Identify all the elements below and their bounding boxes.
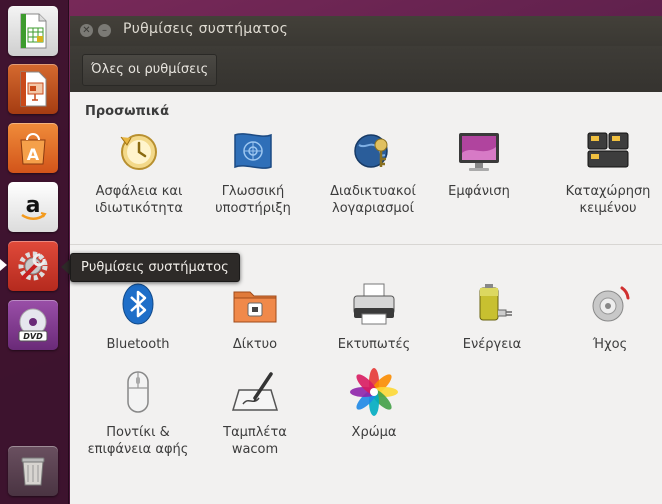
libreoffice-impress-launcher[interactable] [8, 64, 58, 114]
settings-item-label: Ήχος [592, 337, 628, 352]
network-icon [233, 291, 277, 323]
sound-icon [592, 286, 630, 322]
titlebar: ✕ – Ρυθμίσεις συστήματος [70, 16, 662, 46]
close-icon: ✕ [82, 24, 91, 36]
close-button[interactable]: ✕ [80, 24, 93, 37]
libreoffice-calc-launcher[interactable] [8, 6, 58, 56]
printer-icon [353, 283, 395, 325]
settings-item-security[interactable]: Ασφάλεια και ιδιωτικότητα [83, 127, 195, 217]
color-icon [350, 368, 398, 416]
text-entry-icon [587, 132, 629, 168]
svg-text:DVD: DVD [23, 332, 43, 341]
launcher: A a DVD [0, 0, 69, 504]
wacom-tablet-icon [231, 372, 279, 411]
settings-item-label: Εμφάνιση [448, 184, 510, 199]
all-settings-button[interactable]: Όλες οι ρυθμίσεις [82, 54, 218, 86]
svg-text:a: a [26, 193, 41, 218]
system-settings-launcher[interactable] [8, 241, 58, 291]
settings-item-label: Χρώμα [351, 425, 397, 440]
appearance-icon [459, 133, 499, 171]
settings-item-text-entry[interactable]: Καταχώρηση κειμένου [552, 127, 662, 217]
power-icon [479, 284, 512, 321]
software-center-icon: A [20, 133, 46, 165]
settings-item-label: Ταμπλέτα wacom [223, 425, 287, 457]
security-privacy-icon [120, 134, 157, 170]
settings-item-appearance[interactable]: Εμφάνιση [423, 127, 535, 200]
libreoffice-calc-icon [20, 13, 47, 49]
section-divider [70, 244, 662, 245]
software-center-launcher[interactable]: A [8, 123, 58, 173]
libreoffice-impress-icon [20, 71, 47, 107]
settings-item-language[interactable]: Γλωσσική υποστήριξη [197, 127, 309, 217]
tooltip-arrow [61, 259, 70, 275]
section-title-personal: Προσωπικά [85, 104, 170, 119]
settings-item-label: Διαδικτυακοί λογαριασμοί [330, 184, 416, 216]
settings-item-online-accounts[interactable]: Διαδικτυακοί λογαριασμοί [317, 127, 429, 217]
settings-item-label: Καταχώρηση κειμένου [565, 184, 651, 216]
settings-item-printers[interactable]: Εκτυπωτές [318, 280, 430, 353]
settings-item-wacom[interactable]: Ταμπλέτα wacom [199, 368, 311, 458]
settings-item-mouse[interactable]: Ποντίκι & επιφάνεια αφής [82, 368, 194, 458]
active-indicator [0, 259, 7, 271]
svg-text:A: A [27, 145, 40, 164]
trash-icon [21, 457, 45, 486]
dvd-launcher[interactable]: DVD [8, 300, 58, 350]
settings-item-label: Εκτυπωτές [337, 337, 411, 352]
settings-item-label: Ποντίκι & επιφάνεια αφής [87, 425, 189, 457]
dvd-icon: DVD [18, 308, 48, 342]
mouse-touchpad-icon [127, 371, 149, 413]
settings-item-label: Γλωσσική υποστήριξη [215, 184, 291, 216]
settings-item-label: Bluetooth [106, 337, 170, 352]
launcher-tooltip: Ρυθμίσεις συστήματος [70, 253, 240, 282]
settings-item-power[interactable]: Ενέργεια [436, 280, 548, 353]
bluetooth-icon [122, 283, 154, 325]
trash-launcher[interactable] [8, 446, 58, 496]
system-settings-icon [18, 251, 48, 281]
window-title: Ρυθμίσεις συστήματος [123, 21, 289, 37]
online-accounts-icon [354, 134, 388, 168]
amazon-launcher[interactable]: a [8, 182, 58, 232]
settings-item-bluetooth[interactable]: Bluetooth [82, 280, 194, 353]
settings-item-label: Δίκτυο [232, 337, 278, 352]
toolbar: Όλες οι ρυθμίσεις [70, 46, 662, 92]
settings-item-color[interactable]: Χρώμα [318, 368, 430, 441]
amazon-icon: a [21, 193, 47, 220]
minimize-button[interactable]: – [98, 24, 111, 37]
minimize-icon: – [102, 24, 107, 36]
settings-item-sound[interactable]: Ήχος [554, 280, 662, 353]
settings-item-label: Ασφάλεια και ιδιωτικότητα [95, 184, 183, 216]
language-support-icon [234, 133, 272, 169]
settings-item-network[interactable]: Δίκτυο [199, 280, 311, 353]
settings-item-label: Ενέργεια [462, 337, 522, 352]
